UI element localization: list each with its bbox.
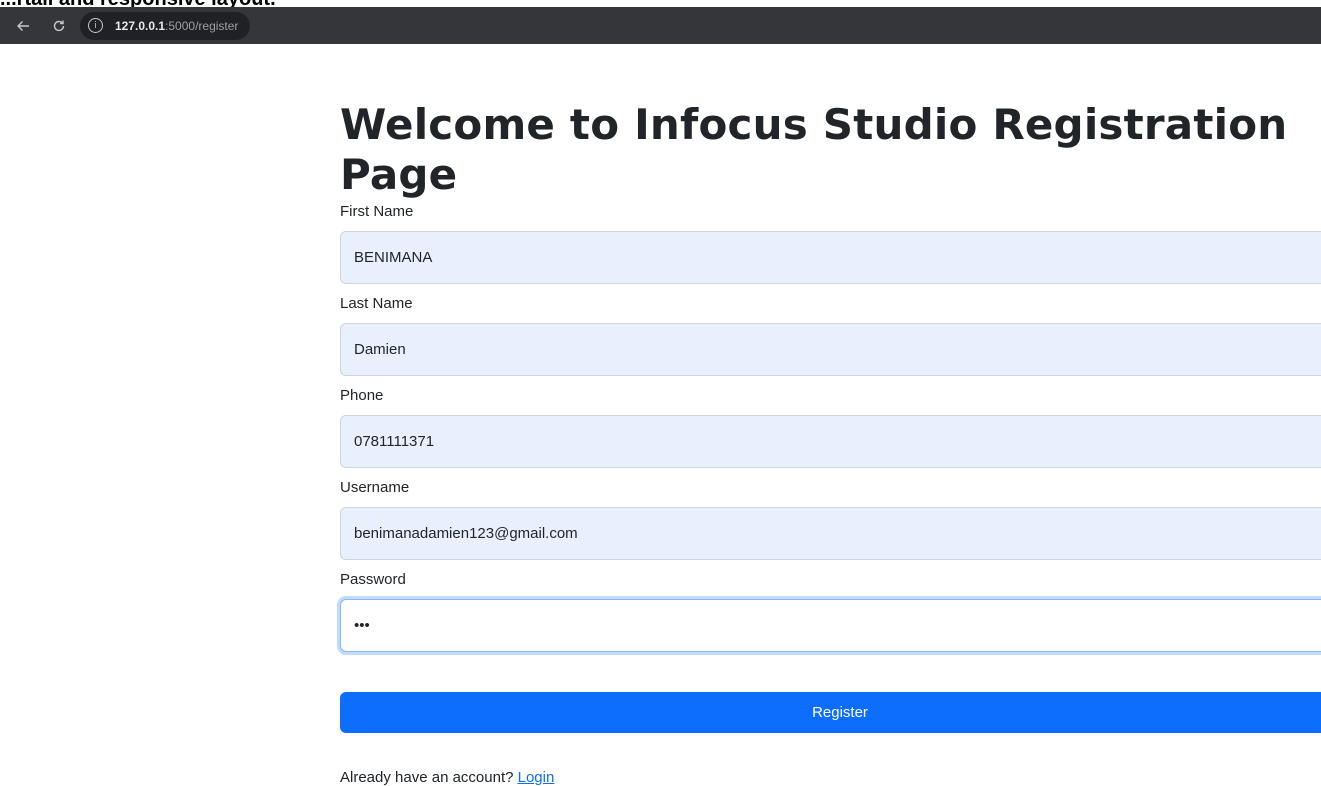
browser-toolbar: i 127.0.0.1:5000/register <box>0 7 1321 44</box>
reload-icon[interactable] <box>46 13 72 39</box>
login-link[interactable]: Login <box>518 769 555 786</box>
last-name-input[interactable] <box>340 323 1321 376</box>
register-button[interactable]: Register <box>340 692 1321 733</box>
username-label: Username <box>340 479 410 496</box>
registration-page: Welcome to Infocus Studio Registration P… <box>340 44 1321 786</box>
password-label: Password <box>340 571 406 588</box>
page-title: Welcome to Infocus Studio Registration P… <box>340 100 1288 199</box>
login-prompt-text: Already have an account? <box>340 769 514 786</box>
address-bar[interactable]: i 127.0.0.1:5000/register <box>80 11 251 40</box>
info-icon[interactable]: i <box>88 18 103 33</box>
password-input[interactable] <box>340 599 1321 652</box>
phone-input[interactable] <box>340 415 1321 468</box>
login-prompt: Already have an account? Login <box>340 769 1321 786</box>
phone-label: Phone <box>340 387 384 404</box>
last-name-label: Last Name <box>340 295 413 312</box>
username-input[interactable] <box>340 507 1321 560</box>
first-name-input[interactable] <box>340 231 1321 284</box>
url-path: :5000/register <box>165 18 239 33</box>
url-host: 127.0.0.1 <box>115 18 166 33</box>
back-arrow-icon[interactable] <box>10 13 36 39</box>
first-name-label: First Name <box>340 203 414 220</box>
